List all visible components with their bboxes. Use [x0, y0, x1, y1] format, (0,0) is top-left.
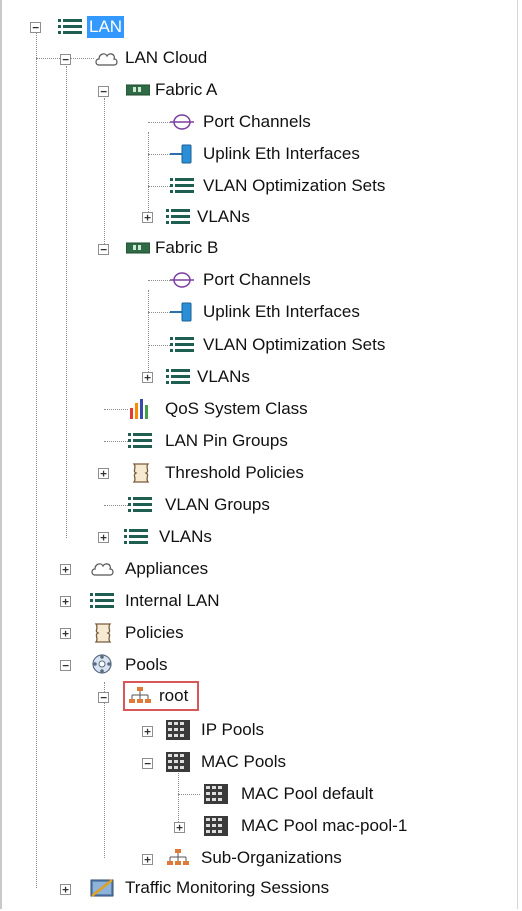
tree-item-vlan-groups[interactable]: VLAN Groups [163, 494, 272, 516]
tree-item-policies[interactable]: Policies [123, 622, 186, 644]
tree-item-uplink-eth-interfaces[interactable]: Uplink Eth Interfaces [201, 301, 362, 323]
tree-connector [148, 122, 170, 123]
traffic-monitoring-icon [90, 879, 114, 897]
port-channel-icon [170, 114, 194, 130]
fabric-interconnect-icon [126, 242, 150, 254]
vlan-icon [170, 337, 194, 352]
tree-item-fabric-b[interactable]: Fabric B [153, 237, 220, 259]
vlan-icon [124, 529, 148, 544]
tree-item-lan-cloud[interactable]: LAN Cloud [123, 47, 209, 69]
organization-icon [129, 687, 151, 703]
tree-item-pools[interactable]: Pools [123, 654, 170, 676]
tree-connector [178, 768, 179, 826]
tree-item-vlan-optimization-sets[interactable]: VLAN Optimization Sets [201, 175, 387, 197]
expand-toggle[interactable]: + [98, 532, 109, 543]
vlan-icon [170, 178, 194, 193]
tree-item-fabric-a[interactable]: Fabric A [153, 79, 219, 101]
tree-item-internal-lan[interactable]: Internal LAN [123, 590, 222, 612]
expand-toggle[interactable]: − [98, 244, 109, 255]
tree-connector [66, 66, 67, 538]
uplink-interface-icon [170, 302, 192, 322]
tree-item-vlans[interactable]: VLANs [195, 366, 252, 388]
cloud-icon [95, 53, 118, 66]
port-channel-icon [170, 272, 194, 288]
expand-toggle[interactable]: − [30, 22, 41, 33]
tree-connector [104, 98, 105, 248]
policy-scroll-icon [94, 623, 112, 643]
tree-connector [104, 682, 105, 858]
expand-toggle[interactable]: − [60, 54, 71, 65]
policy-scroll-icon [132, 463, 150, 483]
expand-toggle[interactable]: − [98, 692, 109, 703]
address-pool-icon [166, 752, 190, 772]
tree-item-lan[interactable]: LAN [87, 16, 125, 38]
address-pool-icon [166, 720, 190, 740]
expand-toggle[interactable]: + [142, 854, 153, 865]
tree-item-mac-pool-mac-pool-1[interactable]: MAC Pool mac-pool-1 [239, 815, 409, 837]
tree-item-ip-pools[interactable]: IP Pools [199, 719, 266, 741]
expand-toggle[interactable]: + [142, 726, 153, 737]
tree-item-sub-organizations[interactable]: Sub-Organizations [199, 847, 344, 869]
tree-connector [104, 441, 128, 442]
vlan-icon [166, 369, 190, 384]
qos-icon [130, 399, 148, 419]
tree-item-vlans[interactable]: VLANs [195, 206, 252, 228]
expand-toggle[interactable]: + [142, 372, 153, 383]
vlan-icon [128, 433, 152, 448]
expand-toggle[interactable]: + [60, 884, 71, 895]
tree-connector [178, 794, 200, 795]
expand-toggle[interactable]: + [60, 628, 71, 639]
tree-connector [104, 409, 128, 410]
tree-connector [148, 132, 149, 216]
vlan-icon [58, 19, 82, 34]
tree-item-appliances[interactable]: Appliances [123, 558, 210, 580]
expand-toggle[interactable]: + [174, 822, 185, 833]
expand-toggle[interactable]: + [60, 596, 71, 607]
vlan-icon [90, 593, 114, 608]
tree-item-uplink-eth-interfaces[interactable]: Uplink Eth Interfaces [201, 143, 362, 165]
address-pool-icon [204, 816, 228, 836]
tree-connector [148, 290, 149, 376]
fabric-interconnect-icon [126, 84, 150, 96]
address-pool-icon [204, 784, 228, 804]
tree-item-root[interactable]: root [157, 685, 190, 707]
tree-item-traffic-monitoring-sessions[interactable]: Traffic Monitoring Sessions [123, 877, 331, 899]
tree-connector [148, 154, 170, 155]
tree-item-port-channels[interactable]: Port Channels [201, 111, 313, 133]
vlan-icon [128, 497, 152, 512]
organization-icon [167, 849, 189, 865]
tree-item-vlans[interactable]: VLANs [157, 526, 214, 548]
vlan-icon [166, 209, 190, 224]
expand-toggle[interactable]: − [142, 758, 153, 769]
tree-connector [148, 186, 170, 187]
expand-toggle[interactable]: + [142, 212, 153, 223]
tree-item-lan-pin-groups[interactable]: LAN Pin Groups [163, 430, 290, 452]
tree-item-threshold-policies[interactable]: Threshold Policies [163, 462, 306, 484]
expand-toggle[interactable]: − [60, 660, 71, 671]
tree-item-mac-pool-default[interactable]: MAC Pool default [239, 783, 375, 805]
tree-connector [104, 505, 128, 506]
tree-connector [148, 312, 170, 313]
tree-item-qos-system-class[interactable]: QoS System Class [163, 398, 310, 420]
lan-navigation-tree: − LAN − LAN Cloud − Fabric A Port Channe… [0, 0, 518, 911]
pools-icon [92, 654, 112, 674]
tree-item-vlan-optimization-sets[interactable]: VLAN Optimization Sets [201, 334, 387, 356]
expand-toggle[interactable]: + [60, 564, 71, 575]
tree-item-mac-pools[interactable]: MAC Pools [199, 751, 288, 773]
expand-toggle[interactable]: + [98, 468, 109, 479]
cloud-icon [91, 563, 114, 576]
tree-connector [36, 30, 37, 888]
tree-connector [148, 345, 170, 346]
tree-connector [148, 280, 170, 281]
tree-item-port-channels[interactable]: Port Channels [201, 269, 313, 291]
expand-toggle[interactable]: − [98, 86, 109, 97]
uplink-interface-icon [170, 144, 192, 164]
